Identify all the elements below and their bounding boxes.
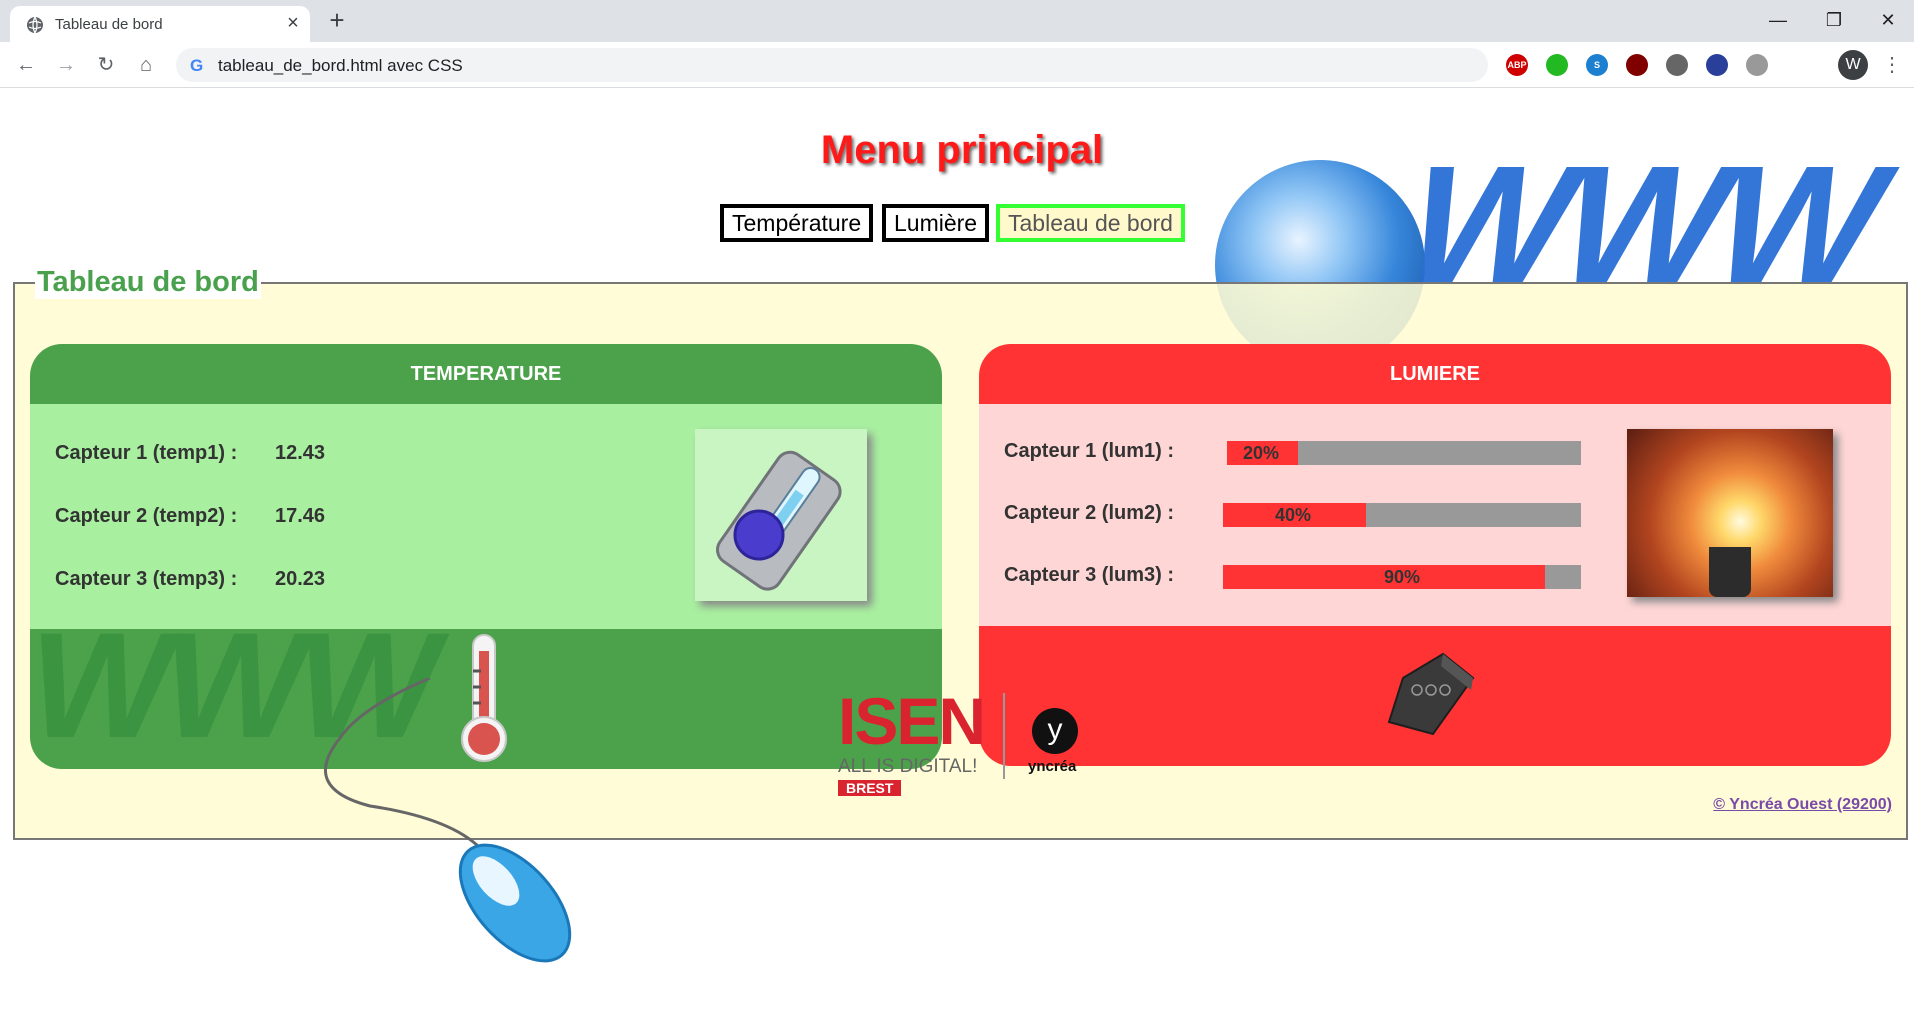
menu-link-temperature[interactable]: Température <box>720 204 874 242</box>
browser-tabstrip: Tableau de bord × + — ❐ ✕ <box>0 0 1914 42</box>
close-tab-icon[interactable]: × <box>282 12 304 34</box>
yncrea-logo-icon: y <box>1032 708 1078 754</box>
isen-wordmark: ISEN <box>838 684 986 758</box>
back-arrow-icon[interactable]: ← <box>12 51 40 79</box>
lum-progress-text: 40% <box>1275 505 1312 525</box>
copyright-link[interactable]: © Yncréa Ouest (29200) <box>1713 796 1892 814</box>
light-switch-icon[interactable] <box>1381 648 1477 744</box>
lum-progress-bar: 90% <box>1223 565 1581 589</box>
bulb-base <box>1709 547 1751 597</box>
tab-title: Tableau de bord <box>55 16 163 33</box>
ublock-icon[interactable] <box>1626 54 1648 76</box>
home-icon[interactable]: ⌂ <box>132 51 160 79</box>
url-text[interactable]: tableau_de_bord.html avec CSS <box>218 56 463 76</box>
isen-city-badge: BREST <box>838 780 902 796</box>
thermometer-icon <box>716 450 842 591</box>
thermometer-image <box>695 429 867 601</box>
temp-sensor-value: 17.46 <box>275 505 326 527</box>
google-icon: G <box>190 56 204 75</box>
globe-icon <box>27 16 43 34</box>
password-icon[interactable] <box>1706 54 1728 76</box>
lumiere-card-body: Capteur 1 (lum1) : 20% Capteur 2 (lum2) … <box>979 404 1891 626</box>
logo-divider <box>1003 693 1005 779</box>
lum-progress-bar: 40% <box>1223 503 1581 527</box>
temp-sensor-label: Capteur 2 (temp2) : <box>55 505 238 527</box>
skype-icon[interactable]: S <box>1586 54 1608 76</box>
new-tab-icon[interactable]: + <box>322 7 352 34</box>
lum-progress-text: 20% <box>1243 443 1280 463</box>
reload-icon[interactable]: ↻ <box>92 51 120 79</box>
address-bar[interactable]: G tableau_de_bord.html avec CSS <box>176 48 1488 82</box>
lum-progress-text: 90% <box>1383 567 1421 587</box>
computer-mouse-image <box>323 678 572 963</box>
isen-tagline: ALL IS DIGITAL! <box>838 756 978 777</box>
lumiere-card-footer <box>979 626 1891 766</box>
menu-kebab-icon[interactable]: ⋮ <box>1882 52 1902 78</box>
menu-link-lumiere[interactable]: Lumière <box>882 204 990 242</box>
circle-icon[interactable] <box>1666 54 1688 76</box>
temp-sensor-label: Capteur 3 (temp3) : <box>55 568 238 590</box>
menu-title: Menu principal <box>820 128 1104 172</box>
abp-icon[interactable]: ABP <box>1506 54 1528 76</box>
temp-sensor-value: 12.43 <box>275 442 326 464</box>
browser-toolbar: ← → ↻ ⌂ G tableau_de_bord.html avec CSS … <box>0 42 1914 88</box>
fieldset-legend: Tableau de bord <box>35 266 261 299</box>
temperature-card-title: TEMPERATURE <box>30 344 942 404</box>
lum-progress-bar: 20% <box>1227 441 1581 465</box>
yncrea-wordmark: yncréa <box>1028 758 1077 775</box>
restore-icon[interactable]: ❐ <box>1812 4 1856 36</box>
forward-arrow-icon[interactable]: → <box>52 51 80 79</box>
lum-sensor-label: Capteur 3 (lum3) : <box>1004 564 1175 586</box>
lum-sensor-label: Capteur 2 (lum2) : <box>1004 502 1175 524</box>
temperature-card-body: Capteur 1 (temp1) : 12.43 Capteur 2 (tem… <box>30 404 942 629</box>
browser-tab[interactable]: Tableau de bord × <box>10 6 310 42</box>
window-close-icon[interactable]: ✕ <box>1866 4 1910 36</box>
lumiere-card: LUMIERE Capteur 1 (lum1) : 20% Capteur 2… <box>979 344 1891 766</box>
page-viewport: WWW Menu principal Température Lumière T… <box>0 88 1914 1030</box>
temp-sensor-value: 20.23 <box>275 568 326 590</box>
evernote-icon[interactable] <box>1546 54 1568 76</box>
profile-avatar[interactable]: W <box>1838 50 1868 80</box>
temp-sensor-label: Capteur 1 (temp1) : <box>55 442 238 464</box>
lum-sensor-label: Capteur 1 (lum1) : <box>1004 440 1175 462</box>
menu-link-tableau-de-bord[interactable]: Tableau de bord <box>996 204 1185 242</box>
minimize-icon[interactable]: — <box>1756 4 1800 36</box>
isen-logo: ISEN ALL IS DIGITAL! BREST <box>838 688 1018 798</box>
lumiere-card-title: LUMIERE <box>979 344 1891 404</box>
light-bulb-image <box>1627 429 1833 597</box>
pdf-icon[interactable] <box>1746 54 1768 76</box>
